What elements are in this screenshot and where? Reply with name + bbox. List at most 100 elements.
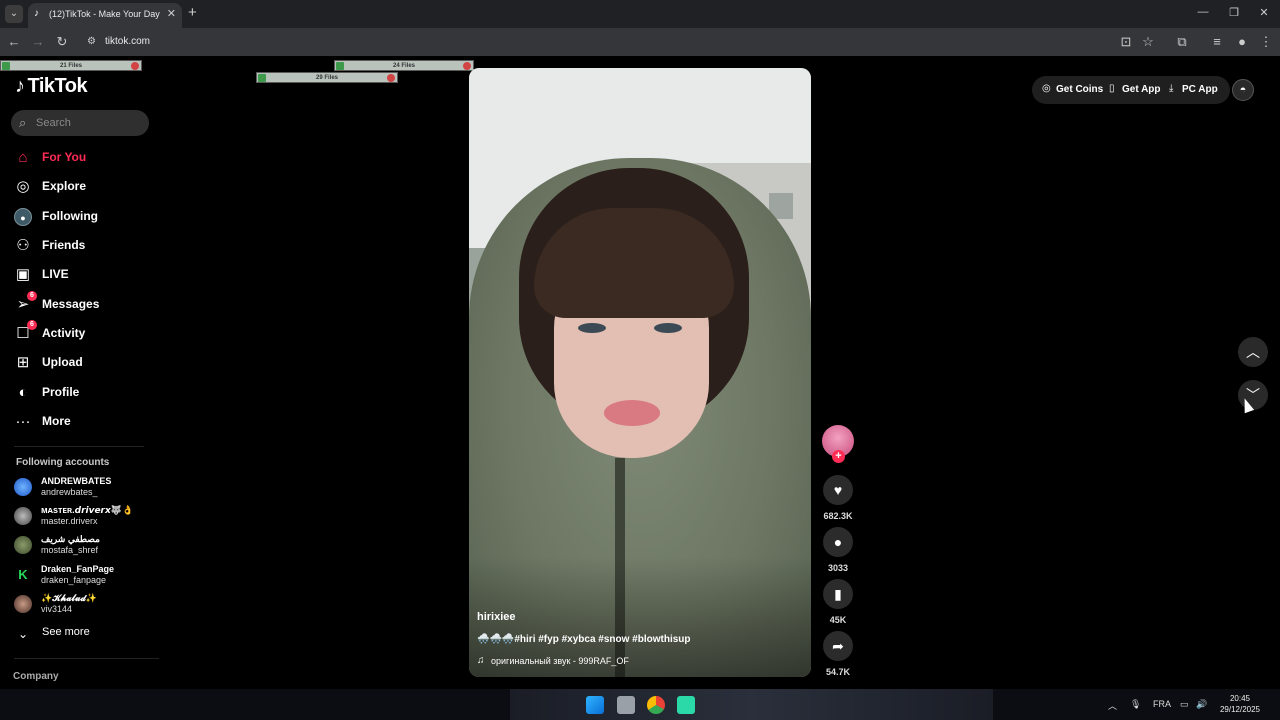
install-app-icon[interactable]: ⊡ — [1118, 34, 1134, 50]
browser-tab[interactable]: ♪ (12)TikTok - Make Your Day ✕ — [28, 3, 182, 28]
tiktok-logo[interactable]: ♪ TikTok — [15, 75, 88, 98]
account-item[interactable]: ✨𝓚𝓱𝓪𝓵𝓾𝓭✨ viv3144 — [14, 593, 154, 619]
nav-label: Explore — [42, 179, 87, 193]
account-item[interactable]: مصطفي شريف mostafa_shref — [14, 534, 154, 560]
forward-icon[interactable]: → — [30, 34, 46, 50]
nav-explore[interactable]: ◎ Explore — [14, 176, 154, 198]
nav-more[interactable]: ··· More — [14, 411, 154, 433]
comment-button[interactable]: ● — [823, 527, 853, 557]
following-accounts-title: Following accounts — [16, 457, 110, 468]
coin-icon: ◎ — [1042, 83, 1051, 94]
follow-plus-icon[interactable]: + — [832, 450, 845, 463]
save-button[interactable]: ▮ — [823, 579, 853, 609]
close-icon[interactable] — [131, 62, 139, 70]
window-close-icon[interactable]: ✕ — [1249, 6, 1279, 19]
file-explorer-icon[interactable] — [617, 696, 635, 714]
windows-start-icon[interactable] — [586, 696, 604, 714]
avatar — [14, 507, 32, 525]
files-bar-2[interactable]: 24 Files — [334, 60, 474, 71]
nav-label: More — [42, 414, 71, 428]
tab-search-menu-icon[interactable]: ⌄ — [5, 5, 23, 23]
address-bar[interactable]: ⚙ tiktok.com — [80, 31, 1108, 53]
pc-app-button[interactable]: PC App — [1182, 84, 1218, 95]
share-button[interactable]: ➦ — [823, 631, 853, 661]
nav-upload[interactable]: ⊞ Upload — [14, 352, 154, 374]
nav-following[interactable]: ● Following — [14, 206, 154, 228]
profile-avatar-icon[interactable]: ● — [1234, 34, 1250, 50]
folder-icon — [2, 62, 10, 70]
activity-badge: 6 — [27, 320, 37, 330]
taskbar: ︿ 🎙 FRA ▭ 🔊 20:45 29/12/2025 — [0, 689, 1280, 720]
volume-icon[interactable]: 🔊 — [1196, 699, 1207, 710]
browser-menu-icon[interactable]: ⋮ — [1258, 34, 1274, 50]
get-app-button[interactable]: Get App — [1122, 84, 1161, 95]
network-icon[interactable]: ▭ — [1180, 699, 1189, 710]
nav-label: For You — [42, 150, 87, 164]
video-player[interactable]: hirixiee 🌨️🌨️🌨️#hiri #fyp #xybca #snow #… — [469, 68, 811, 677]
account-item[interactable]: ANDREWBATES andrewbates_ — [14, 476, 154, 502]
nav-label: Profile — [42, 385, 80, 399]
system-clock[interactable]: 20:45 29/12/2025 — [1212, 693, 1268, 715]
restore-icon[interactable]: ❐ — [1219, 6, 1249, 19]
previous-video-button[interactable]: ︿ — [1238, 337, 1268, 367]
nav-live[interactable]: ▣ LIVE — [14, 264, 154, 286]
app-icon[interactable] — [677, 696, 695, 714]
upload-icon: ⊞ — [16, 354, 30, 371]
company-link[interactable]: Company — [13, 671, 59, 682]
video-caption[interactable]: 🌨️🌨️🌨️#hiri #fyp #xybca #snow #blowthisu… — [477, 634, 691, 645]
files-bar-1[interactable]: 21 Files — [0, 60, 142, 71]
back-icon[interactable]: ← — [6, 34, 22, 50]
comment-icon: ● — [833, 534, 843, 550]
close-icon[interactable] — [387, 74, 395, 82]
video-music[interactable]: оригинальный звук - 999RAF_OF — [491, 656, 629, 666]
bookmark-star-icon[interactable]: ☆ — [1140, 34, 1156, 50]
nav-profile[interactable]: ◐ Profile — [14, 382, 154, 404]
like-button[interactable]: ♥ — [823, 475, 853, 505]
account-item[interactable]: K Draken_FanPage draken_fanpage — [14, 564, 154, 590]
save-count: 45K — [829, 615, 847, 625]
nav-label: Messages — [42, 297, 100, 311]
search-input[interactable] — [36, 114, 141, 132]
music-note-icon: ♫ — [477, 655, 485, 666]
new-tab-icon[interactable]: + — [188, 4, 197, 21]
nav-label: Friends — [42, 238, 86, 252]
extensions-icon[interactable]: ⧉ — [1174, 34, 1190, 50]
account-item[interactable]: ᴍᴀsᴛᴇʀ.𝙙𝙧𝙞𝙫𝙚𝙧𝙭🐺👌 master.driverx — [14, 505, 154, 531]
nav-for-you[interactable]: ⌂ For You — [14, 147, 154, 169]
tab-close-icon[interactable]: ✕ — [167, 7, 176, 20]
tab-title: (12)TikTok - Make Your Day — [49, 9, 160, 19]
avatar: K — [14, 566, 32, 584]
messages-badge: 6 — [27, 291, 37, 301]
top-actions-bar: ◎ Get Coins ▯ Get App ⤓ PC App — [1032, 76, 1230, 104]
see-more-button[interactable]: ⌄ See more — [14, 623, 154, 645]
home-icon: ⌂ — [18, 149, 28, 166]
user-avatar[interactable]: ◓ — [1232, 79, 1254, 101]
see-more-label: See more — [42, 626, 90, 638]
search-box[interactable]: ⌕ — [11, 110, 149, 136]
comment-count: 3033 — [827, 563, 849, 573]
files-bar-3[interactable]: 29 Files — [256, 72, 398, 83]
account-name: مصطفي شريف — [41, 534, 100, 544]
search-icon: ⌕ — [19, 115, 27, 130]
account-handle: master.driverx — [41, 516, 98, 526]
nav-messages[interactable]: ➢ 6 Messages — [14, 291, 154, 316]
get-coins-button[interactable]: Get Coins — [1056, 84, 1103, 95]
avatar — [14, 478, 32, 496]
reload-icon[interactable]: ↻ — [54, 34, 70, 50]
account-name: ✨𝓚𝓱𝓪𝓵𝓾𝓭✨ — [41, 593, 98, 603]
video-author[interactable]: hirixiee — [477, 611, 516, 623]
taskbar-wallpaper-strip — [510, 689, 993, 720]
site-info-icon[interactable]: ⚙ — [87, 36, 96, 47]
tray-chevron-up-icon[interactable]: ︿ — [1108, 699, 1117, 712]
minimize-icon[interactable]: — — [1188, 6, 1218, 18]
reading-list-icon[interactable]: ≡ — [1209, 34, 1225, 50]
following-avatar-icon: ● — [14, 208, 32, 226]
language-indicator[interactable]: FRA — [1153, 699, 1171, 709]
chrome-icon[interactable] — [647, 696, 665, 714]
nav-friends[interactable]: ⚇ Friends — [14, 235, 154, 257]
nav-label: Following — [42, 209, 98, 223]
profile-icon: ◐ — [18, 384, 28, 401]
like-count: 682.3K — [823, 511, 853, 521]
microphone-icon[interactable]: 🎙 — [1130, 699, 1141, 710]
nav-activity[interactable]: ☐ 6 Activity — [14, 320, 154, 345]
